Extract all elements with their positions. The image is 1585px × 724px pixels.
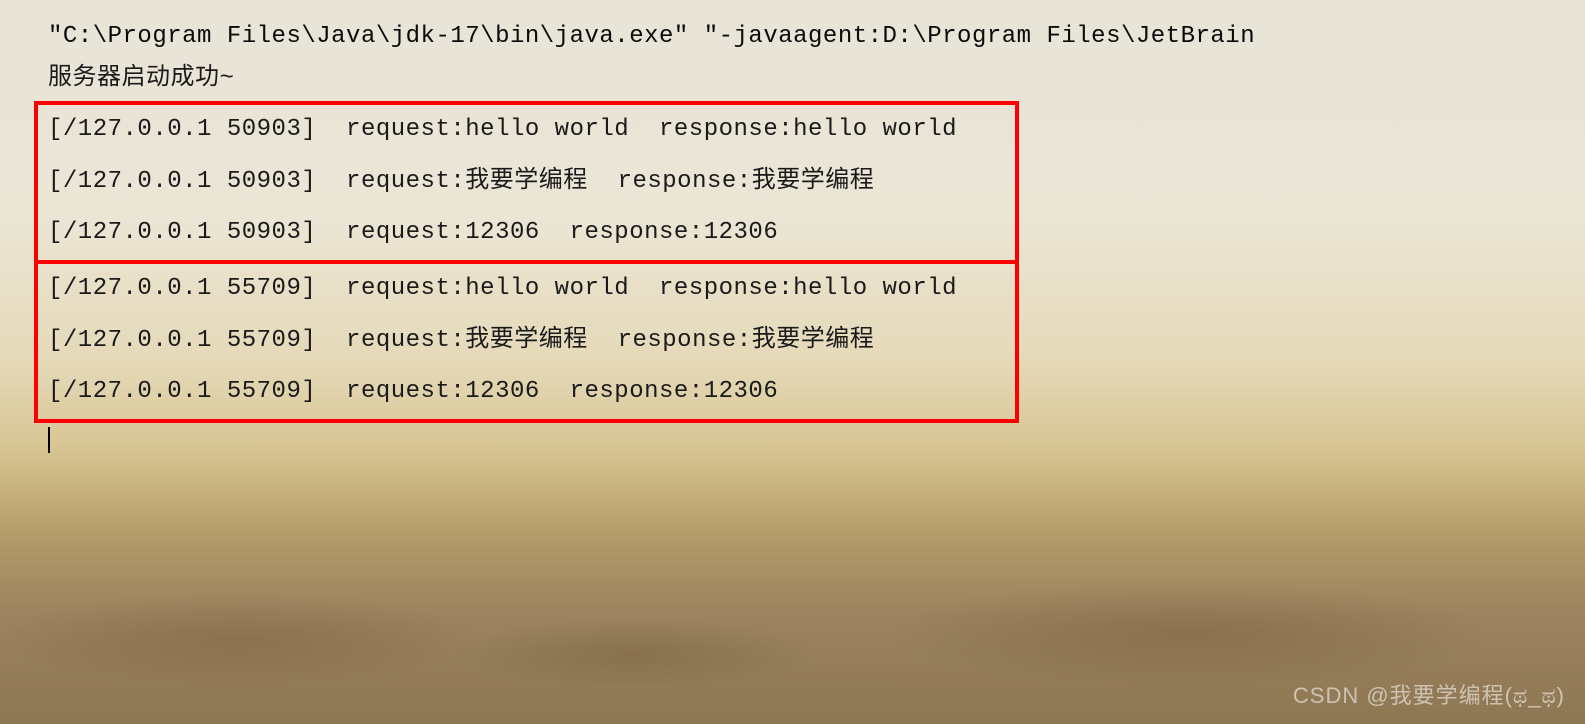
highlight-box-group-1: [/127.0.0.1 50903] request:hello world r… (34, 101, 1019, 264)
log-line: [/127.0.0.1 55709] request:hello world r… (48, 272, 1005, 306)
java-command-line: "C:\Program Files\Java\jdk-17\bin\java.e… (48, 20, 1585, 54)
log-line: [/127.0.0.1 50903] request:我要学编程 respons… (48, 165, 1005, 199)
highlight-box-group-2: [/127.0.0.1 55709] request:hello world r… (34, 260, 1019, 423)
startup-message: 服务器启动成功~ (48, 62, 1585, 96)
log-line: [/127.0.0.1 50903] request:hello world r… (48, 113, 1005, 147)
log-line: [/127.0.0.1 55709] request:我要学编程 respons… (48, 324, 1005, 358)
log-line: [/127.0.0.1 55709] request:12306 respons… (48, 375, 1005, 409)
log-line: [/127.0.0.1 50903] request:12306 respons… (48, 216, 1005, 250)
text-cursor (48, 427, 50, 453)
watermark-text: CSDN @我要学编程(ಥ_ಥ) (1293, 681, 1565, 712)
console-output: "C:\Program Files\Java\jdk-17\bin\java.e… (0, 0, 1585, 453)
